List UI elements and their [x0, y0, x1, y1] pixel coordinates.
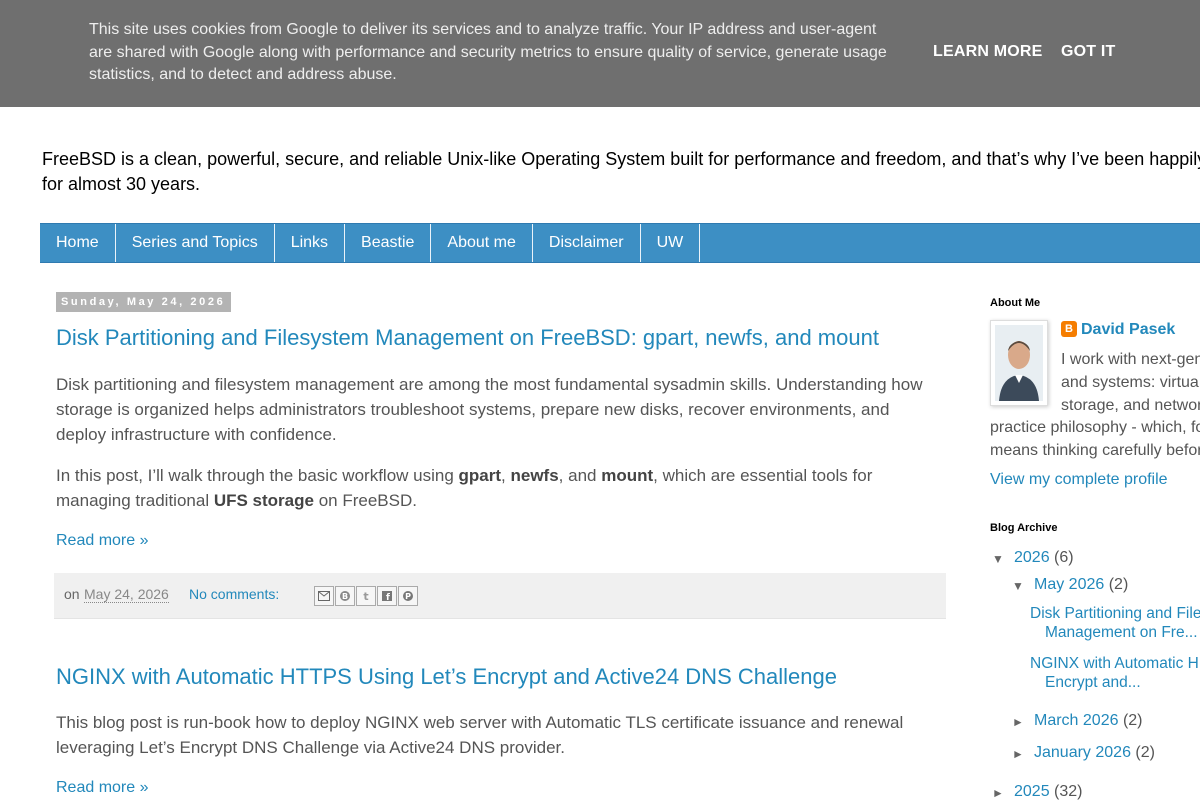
learn-more-button[interactable]: LEARN MORE — [933, 43, 1043, 61]
expand-toggle-icon[interactable]: ► — [992, 786, 1004, 800]
about-me-heading: About Me — [990, 297, 1041, 309]
profile-bio-line: means thinking carefully befor — [990, 442, 1200, 459]
bold-term: mount — [601, 466, 654, 485]
archive-year-2025[interactable]: 2025 (32) — [1014, 783, 1083, 801]
archive-month-january-2026[interactable]: January 2026 (2) — [1034, 744, 1155, 762]
date-header: Sunday, May 24, 2026 — [56, 292, 232, 312]
bold-term: gpart — [458, 466, 502, 485]
bold-term: newfs — [510, 466, 559, 485]
tab-beastie[interactable]: Beastie — [345, 224, 432, 262]
cookie-banner: This site uses cookies from Google to de… — [0, 0, 1200, 107]
archive-label[interactable]: May 2026 — [1034, 576, 1104, 593]
post-paragraph: In this post, I’ll walk through the basi… — [56, 463, 941, 513]
profile-bio-line: and systems: virtua — [1061, 374, 1199, 391]
profile-bio-line: storage, and networ — [1061, 397, 1200, 414]
svg-text:f: f — [386, 593, 390, 602]
archive-label[interactable]: March 2026 — [1034, 712, 1119, 729]
tab-home[interactable]: Home — [40, 224, 116, 262]
twitter-icon[interactable]: t — [356, 586, 376, 606]
archive-post-line[interactable]: NGINX with Automatic H — [1030, 654, 1199, 673]
cookie-text-line: This site uses cookies from Google to de… — [89, 21, 877, 38]
footer-on-label: on — [64, 586, 80, 602]
tab-series-and-topics[interactable]: Series and Topics — [116, 224, 275, 262]
archive-year-2026[interactable]: 2026 (6) — [1014, 549, 1074, 567]
read-more-link[interactable]: Read more » — [56, 532, 149, 550]
cookie-text-line: are shared with Google along with perfor… — [89, 43, 887, 61]
archive-label[interactable]: 2025 — [1014, 783, 1050, 800]
archive-post-line[interactable]: Encrypt and... — [1030, 673, 1199, 692]
blog-archive-heading: Blog Archive — [990, 522, 1058, 534]
svg-text:B: B — [342, 592, 348, 601]
description-line: FreeBSD is a clean, powerful, secure, an… — [42, 149, 1200, 169]
svg-text:t: t — [363, 590, 368, 602]
view-profile-link[interactable]: View my complete profile — [990, 471, 1168, 489]
collapse-toggle-icon[interactable]: ▼ — [1012, 579, 1024, 593]
profile-name-link[interactable]: David Pasek — [1081, 321, 1175, 339]
archive-month-may-2026[interactable]: May 2026 (2) — [1034, 576, 1128, 594]
avatar[interactable] — [990, 320, 1048, 406]
post-title[interactable]: Disk Partitioning and Filesystem Managem… — [56, 324, 879, 352]
post-paragraph: This blog post is run-book how to deploy… — [56, 713, 904, 757]
pinterest-icon[interactable]: P — [398, 586, 418, 606]
archive-count: (2) — [1122, 712, 1143, 729]
text-run: In this post, I’ll walk through the basi… — [56, 466, 459, 485]
archive-count: (2) — [1108, 576, 1129, 593]
post-paragraph: Disk partitioning and filesystem managem… — [56, 375, 923, 444]
post-footer: on May 24, 2026 No comments: B t f P — [54, 573, 946, 619]
tab-links[interactable]: Links — [275, 224, 346, 262]
archive-post-link[interactable]: NGINX with Automatic H Encrypt and... — [1030, 654, 1199, 692]
got-it-button[interactable]: GOT IT — [1061, 43, 1116, 61]
post-title[interactable]: NGINX with Automatic HTTPS Using Let’s E… — [56, 663, 837, 691]
expand-toggle-icon[interactable]: ► — [1012, 715, 1024, 729]
archive-count: (2) — [1135, 744, 1155, 761]
tab-about-me[interactable]: About me — [431, 224, 533, 262]
blogthis-icon[interactable]: B — [335, 586, 355, 606]
archive-post-line[interactable]: Management on Fre... — [1030, 623, 1200, 642]
nav-tabs: Home Series and Topics Links Beastie Abo… — [40, 223, 1200, 263]
expand-toggle-icon[interactable]: ► — [1012, 747, 1024, 761]
comments-link[interactable]: No comments: — [189, 586, 279, 602]
post-date-link[interactable]: May 24, 2026 — [84, 586, 169, 603]
blog-description: FreeBSD is a clean, powerful, secure, an… — [42, 147, 1200, 197]
archive-label[interactable]: January 2026 — [1034, 744, 1131, 761]
text-run: , and — [558, 466, 602, 485]
profile-bio-line: practice philosophy - which, fo — [990, 419, 1200, 436]
collapse-toggle-icon[interactable]: ▼ — [992, 552, 1004, 566]
archive-post-link[interactable]: Disk Partitioning and File Management on… — [1030, 604, 1200, 642]
profile-bio-line: I work with next-gen — [1061, 351, 1200, 368]
cookie-notice-text: This site uses cookies from Google to de… — [89, 19, 899, 87]
archive-month-march-2026[interactable]: March 2026 (2) — [1034, 712, 1143, 730]
read-more-link[interactable]: Read more » — [56, 779, 149, 797]
archive-post-line[interactable]: Disk Partitioning and File — [1030, 604, 1200, 623]
archive-count: (32) — [1054, 783, 1083, 800]
share-buttons: B t f P — [314, 586, 419, 606]
text-run: on FreeBSD. — [313, 491, 417, 510]
description-line: for almost 30 years. — [42, 174, 201, 194]
archive-count: (6) — [1054, 549, 1074, 566]
archive-label[interactable]: 2026 — [1014, 549, 1050, 566]
email-icon[interactable] — [314, 586, 334, 606]
facebook-icon[interactable]: f — [377, 586, 397, 606]
blogger-icon: B — [1061, 321, 1077, 337]
svg-text:P: P — [405, 592, 411, 601]
cookie-text-line: statistics, and to detect and address ab… — [89, 66, 397, 83]
tab-disclaimer[interactable]: Disclaimer — [533, 224, 641, 262]
tab-uw[interactable]: UW — [641, 224, 701, 262]
bold-term: UFS storage — [213, 491, 314, 510]
